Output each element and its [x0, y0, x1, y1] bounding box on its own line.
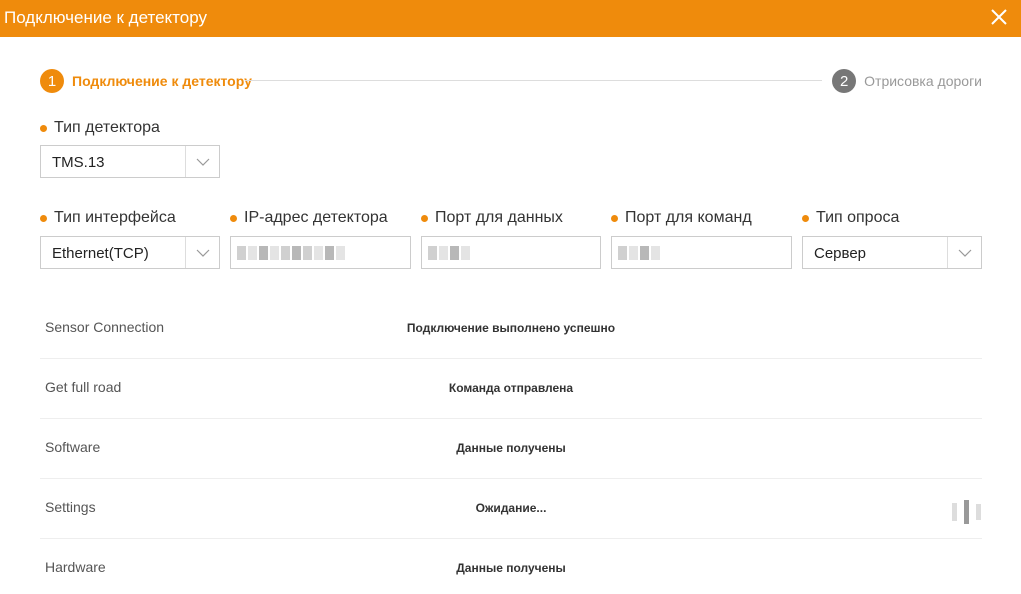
poll-type-value: Сервер: [814, 245, 867, 262]
poll-type-select[interactable]: Сервер: [802, 236, 982, 269]
window-title: Подключение к детектору: [4, 8, 207, 27]
chevron-down-icon[interactable]: [947, 237, 981, 268]
ip-address-input[interactable]: [230, 236, 411, 269]
title-bar: Подключение к детектору: [0, 0, 1021, 37]
status-row-hardware: Hardware Данные получены: [40, 539, 982, 594]
required-dot: [611, 214, 618, 222]
required-dot: [40, 214, 47, 222]
required-dot: [802, 214, 809, 222]
required-dot: [421, 214, 428, 222]
data-port-label: Порт для данных: [421, 209, 563, 227]
status-state: Подключение выполнено успешно: [406, 321, 616, 335]
required-dot: [230, 214, 237, 222]
command-port-label: Порт для команд: [611, 209, 752, 227]
close-icon[interactable]: [989, 7, 1009, 27]
chevron-down-icon[interactable]: [185, 146, 219, 177]
ip-address-label: IP-адрес детектора: [230, 209, 388, 227]
status-state: Команда отправлена: [448, 381, 574, 395]
step-label: Отрисовка дороги: [864, 73, 982, 89]
step-number: 2: [832, 69, 857, 93]
status-state: Ожидание...: [475, 501, 547, 515]
command-port-input[interactable]: [611, 236, 792, 269]
status-state: Данные получены: [456, 441, 566, 455]
redacted-value: [428, 246, 470, 260]
status-name: Get full road: [45, 379, 122, 395]
status-row-settings: Settings Ожидание...: [40, 479, 982, 539]
step-connection[interactable]: 1 Подключение к детектору: [40, 68, 252, 94]
interface-type-label: Тип интерфейса: [40, 209, 176, 227]
loading-spinner-icon: [952, 500, 982, 524]
step-label: Подключение к детектору: [72, 73, 252, 89]
status-row-get-full-road: Get full road Команда отправлена: [40, 359, 982, 419]
status-state: Данные получены: [456, 561, 566, 575]
detector-type-label: Тип детектора: [40, 119, 160, 137]
redacted-value: [237, 246, 345, 260]
interface-type-value: Ethernet(TCP): [52, 245, 149, 262]
status-row-software: Software Данные получены: [40, 419, 982, 479]
detector-type-select[interactable]: TMS.13: [40, 145, 220, 178]
required-dot: [40, 124, 47, 132]
data-port-input[interactable]: [421, 236, 601, 269]
detector-type-value: TMS.13: [52, 154, 105, 171]
status-name: Hardware: [45, 559, 106, 575]
status-name: Settings: [45, 499, 96, 515]
stepper: 1 Подключение к детектору 2 Отрисовка до…: [40, 68, 982, 94]
status-name: Sensor Connection: [45, 319, 165, 335]
step-number: 1: [40, 69, 64, 93]
step-divider: [245, 80, 822, 81]
status-row-sensor-connection: Sensor Connection Подключение выполнено …: [40, 299, 982, 359]
chevron-down-icon[interactable]: [185, 237, 219, 268]
redacted-value: [618, 246, 660, 260]
step-road-drawing[interactable]: 2 Отрисовка дороги: [832, 68, 982, 94]
status-name: Software: [45, 439, 101, 455]
poll-type-label: Тип опроса: [802, 209, 899, 227]
interface-type-select[interactable]: Ethernet(TCP): [40, 236, 220, 269]
